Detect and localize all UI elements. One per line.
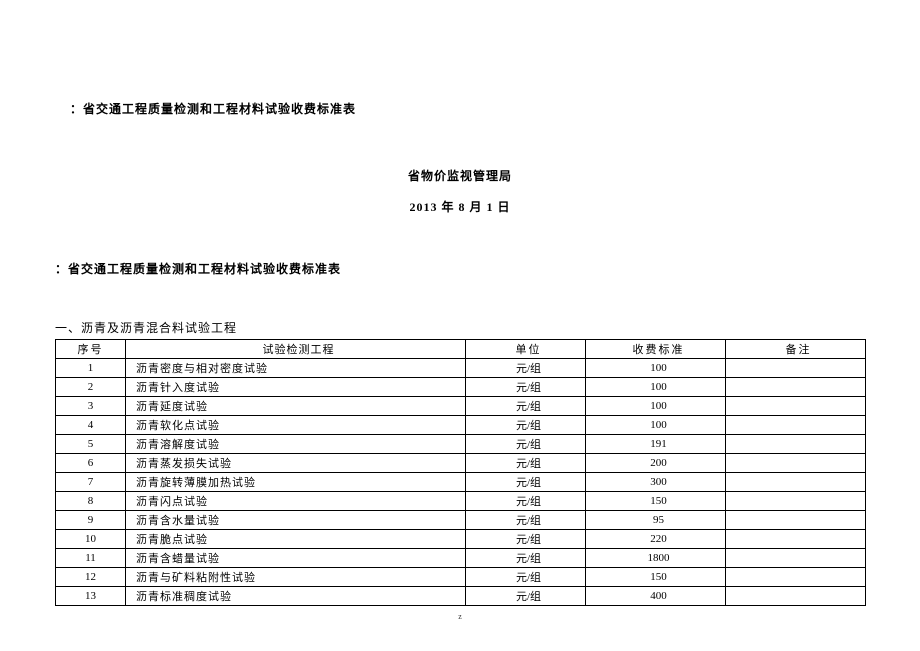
- cell-item: 沥青旋转薄膜加热试验: [126, 473, 466, 492]
- table-row: 5 沥青溶解度试验 元/组 191: [56, 435, 866, 454]
- cell-fee: 100: [586, 397, 726, 416]
- cell-unit: 元/组: [466, 587, 586, 606]
- table-row: 13 沥青标准稠度试验 元/组 400: [56, 587, 866, 606]
- cell-item: 沥青含蜡量试验: [126, 549, 466, 568]
- header-unit: 单位: [466, 340, 586, 359]
- cell-unit: 元/组: [466, 435, 586, 454]
- cell-remark: [726, 492, 866, 511]
- cell-remark: [726, 530, 866, 549]
- table-row: 3 沥青延度试验 元/组 100: [56, 397, 866, 416]
- cell-remark: [726, 568, 866, 587]
- cell-item: 沥青软化点试验: [126, 416, 466, 435]
- issuer-name: 省物价监视管理局: [55, 167, 865, 184]
- issue-date: 2013 年 8 月 1 日: [55, 198, 865, 215]
- table-row: 12 沥青与矿料粘附性试验 元/组 150: [56, 568, 866, 587]
- cell-fee: 100: [586, 359, 726, 378]
- cell-remark: [726, 587, 866, 606]
- cell-unit: 元/组: [466, 454, 586, 473]
- cell-remark: [726, 435, 866, 454]
- table-row: 6 沥青蒸发损失试验 元/组 200: [56, 454, 866, 473]
- cell-item: 沥青与矿料粘附性试验: [126, 568, 466, 587]
- cell-item: 沥青标准稠度试验: [126, 587, 466, 606]
- cell-item: 沥青延度试验: [126, 397, 466, 416]
- cell-seq: 10: [56, 530, 126, 549]
- second-title: ：省交通工程质量检测和工程材料试验收费标准表: [55, 260, 865, 277]
- cell-fee: 150: [586, 492, 726, 511]
- cell-remark: [726, 359, 866, 378]
- cell-seq: 8: [56, 492, 126, 511]
- table-body: 1 沥青密度与相对密度试验 元/组 100 2 沥青针入度试验 元/组 100 …: [56, 359, 866, 606]
- cell-unit: 元/组: [466, 549, 586, 568]
- cell-unit: 元/组: [466, 473, 586, 492]
- cell-seq: 9: [56, 511, 126, 530]
- header-seq: 序号: [56, 340, 126, 359]
- cell-fee: 150: [586, 568, 726, 587]
- header-fee: 收费标准: [586, 340, 726, 359]
- cell-remark: [726, 378, 866, 397]
- cell-remark: [726, 511, 866, 530]
- cell-remark: [726, 397, 866, 416]
- page-number: z: [55, 612, 865, 621]
- cell-item: 沥青含水量试验: [126, 511, 466, 530]
- cell-seq: 12: [56, 568, 126, 587]
- cell-fee: 1800: [586, 549, 726, 568]
- cell-item: 沥青蒸发损失试验: [126, 454, 466, 473]
- cell-fee: 191: [586, 435, 726, 454]
- table-header-row: 序号 试验检测工程 单位 收费标准 备注: [56, 340, 866, 359]
- table-row: 1 沥青密度与相对密度试验 元/组 100: [56, 359, 866, 378]
- cell-remark: [726, 473, 866, 492]
- table-row: 7 沥青旋转薄膜加热试验 元/组 300: [56, 473, 866, 492]
- cell-unit: 元/组: [466, 378, 586, 397]
- issuer-block: 省物价监视管理局 2013 年 8 月 1 日: [55, 167, 865, 215]
- cell-unit: 元/组: [466, 359, 586, 378]
- cell-seq: 11: [56, 549, 126, 568]
- cell-fee: 220: [586, 530, 726, 549]
- cell-unit: 元/组: [466, 397, 586, 416]
- cell-seq: 2: [56, 378, 126, 397]
- table-row: 9 沥青含水量试验 元/组 95: [56, 511, 866, 530]
- cell-unit: 元/组: [466, 568, 586, 587]
- cell-unit: 元/组: [466, 492, 586, 511]
- cell-unit: 元/组: [466, 530, 586, 549]
- cell-seq: 1: [56, 359, 126, 378]
- cell-item: 沥青针入度试验: [126, 378, 466, 397]
- cell-seq: 3: [56, 397, 126, 416]
- cell-seq: 6: [56, 454, 126, 473]
- header-item: 试验检测工程: [126, 340, 466, 359]
- table-row: 8 沥青闪点试验 元/组 150: [56, 492, 866, 511]
- cell-fee: 100: [586, 416, 726, 435]
- table-row: 10 沥青脆点试验 元/组 220: [56, 530, 866, 549]
- table-row: 4 沥青软化点试验 元/组 100: [56, 416, 866, 435]
- cell-unit: 元/组: [466, 416, 586, 435]
- cell-fee: 200: [586, 454, 726, 473]
- section-label: 一、沥青及沥青混合料试验工程: [55, 319, 865, 336]
- cell-item: 沥青溶解度试验: [126, 435, 466, 454]
- cell-seq: 4: [56, 416, 126, 435]
- cell-remark: [726, 416, 866, 435]
- cell-seq: 7: [56, 473, 126, 492]
- cell-seq: 13: [56, 587, 126, 606]
- page-top-title: ：省交通工程质量检测和工程材料试验收费标准表: [70, 100, 865, 117]
- cell-item: 沥青脆点试验: [126, 530, 466, 549]
- cell-item: 沥青密度与相对密度试验: [126, 359, 466, 378]
- cell-remark: [726, 549, 866, 568]
- cell-fee: 300: [586, 473, 726, 492]
- cell-item: 沥青闪点试验: [126, 492, 466, 511]
- table-row: 11 沥青含蜡量试验 元/组 1800: [56, 549, 866, 568]
- cell-remark: [726, 454, 866, 473]
- header-remark: 备注: [726, 340, 866, 359]
- cell-fee: 100: [586, 378, 726, 397]
- cell-seq: 5: [56, 435, 126, 454]
- cell-fee: 95: [586, 511, 726, 530]
- table-row: 2 沥青针入度试验 元/组 100: [56, 378, 866, 397]
- cell-unit: 元/组: [466, 511, 586, 530]
- cell-fee: 400: [586, 587, 726, 606]
- fee-table: 序号 试验检测工程 单位 收费标准 备注 1 沥青密度与相对密度试验 元/组 1…: [55, 339, 866, 606]
